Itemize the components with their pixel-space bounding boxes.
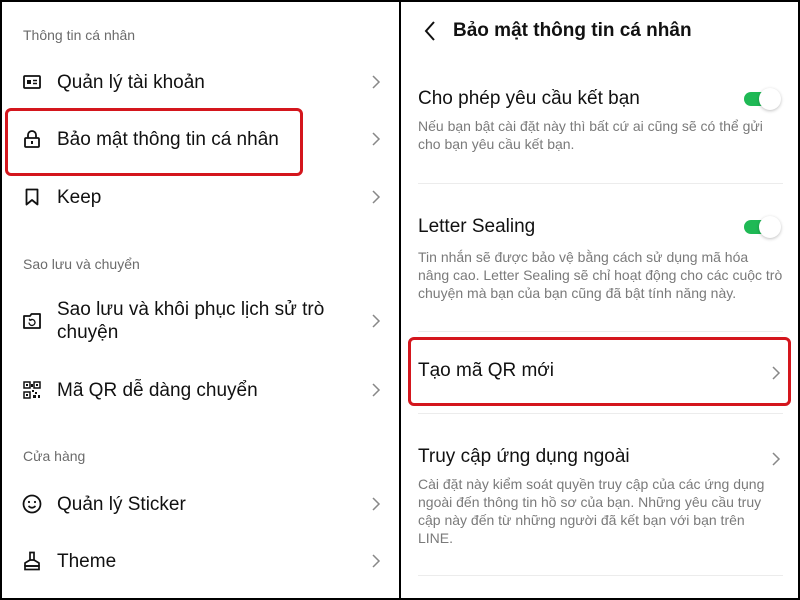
- setting-title: Truy cập ứng dụng ngoài: [418, 446, 630, 467]
- setting-description: Tin nhắn sẽ được bảo vệ bằng cách sử dụn…: [418, 249, 783, 301]
- chevron-left-icon: [424, 21, 435, 41]
- bookmark-icon: [22, 187, 42, 207]
- paint-brush-icon: [22, 551, 42, 571]
- menu-item-privacy-security[interactable]: Bảo mật thông tin cá nhân: [2, 111, 399, 167]
- chevron-right-icon: [372, 75, 381, 89]
- menu-item-label: Mã QR dễ dàng chuyển: [57, 379, 258, 401]
- setting-title: Tạo mã QR mới: [418, 360, 554, 381]
- toggle-knob: [759, 216, 781, 238]
- lock-icon: [22, 129, 42, 149]
- section-label-personal-info: Thông tin cá nhân: [23, 27, 136, 43]
- chevron-right-icon: [372, 190, 381, 204]
- menu-item-qr-transfer[interactable]: Mã QR dễ dàng chuyển: [2, 362, 399, 418]
- setting-allow-friend-requests: Cho phép yêu cầu kết bạn Nếu bạn bật cài…: [401, 82, 798, 182]
- setting-description: Nếu bạn bật cài đặt này thì bất cứ ai cũ…: [418, 118, 763, 152]
- chevron-right-icon: [772, 366, 781, 380]
- divider: [418, 331, 783, 332]
- setting-external-app-access[interactable]: Truy cập ứng dụng ngoài Cài đặt này kiểm…: [401, 442, 798, 562]
- menu-item-label: Bảo mật thông tin cá nhân: [57, 128, 279, 150]
- chevron-right-icon: [372, 383, 381, 397]
- menu-item-theme[interactable]: Theme: [2, 533, 399, 589]
- section-label-store: Cửa hàng: [23, 448, 86, 464]
- menu-item-sticker-management[interactable]: Quản lý Sticker: [2, 476, 399, 532]
- menu-item-keep[interactable]: Keep: [2, 169, 399, 225]
- menu-item-account-management[interactable]: Quản lý tài khoản: [2, 54, 399, 110]
- menu-item-label: Sao lưu và khôi phục lịch sử trò chuyện: [57, 299, 325, 343]
- menu-item-label: Quản lý tài khoản: [57, 71, 205, 93]
- settings-menu-panel: Thông tin cá nhân Quản lý tài khoản Bảo …: [2, 2, 399, 598]
- toggle-letter-sealing[interactable]: [742, 216, 781, 238]
- setting-title: Letter Sealing: [418, 216, 536, 237]
- menu-item-label: Theme: [57, 550, 117, 572]
- toggle-knob: [759, 88, 781, 110]
- divider: [418, 413, 783, 414]
- chevron-right-icon: [372, 314, 381, 328]
- page-title: Bảo mật thông tin cá nhân: [453, 20, 692, 41]
- qr-code-icon: [22, 380, 42, 400]
- chevron-right-icon: [372, 554, 381, 568]
- chevron-right-icon: [372, 132, 381, 146]
- setting-create-new-qr[interactable]: Tạo mã QR mới: [401, 340, 798, 404]
- id-card-icon: [22, 72, 42, 92]
- toggle-allow-friend-requests[interactable]: [742, 88, 781, 110]
- privacy-settings-panel: Bảo mật thông tin cá nhân Cho phép yêu c…: [401, 2, 798, 598]
- menu-item-label: Keep: [57, 186, 102, 208]
- setting-letter-sealing: Letter Sealing Tin nhắn sẽ được bảo vệ b…: [401, 210, 798, 310]
- page-header: Bảo mật thông tin cá nhân: [401, 2, 798, 60]
- smiley-icon: [22, 494, 42, 514]
- folder-sync-icon: [22, 311, 42, 331]
- divider: [418, 575, 783, 576]
- menu-item-backup-restore[interactable]: Sao lưu và khôi phục lịch sử trò chuyện: [2, 286, 399, 356]
- section-label-backup-transfer: Sao lưu và chuyển: [23, 256, 140, 272]
- setting-description: Cài đặt này kiểm soát quyền truy cập của…: [418, 476, 765, 546]
- chevron-right-icon: [372, 497, 381, 511]
- setting-title: Cho phép yêu cầu kết bạn: [418, 88, 640, 109]
- back-button[interactable]: [419, 18, 441, 44]
- menu-item-label: Quản lý Sticker: [57, 493, 186, 515]
- divider: [418, 183, 783, 184]
- chevron-right-icon: [772, 452, 781, 466]
